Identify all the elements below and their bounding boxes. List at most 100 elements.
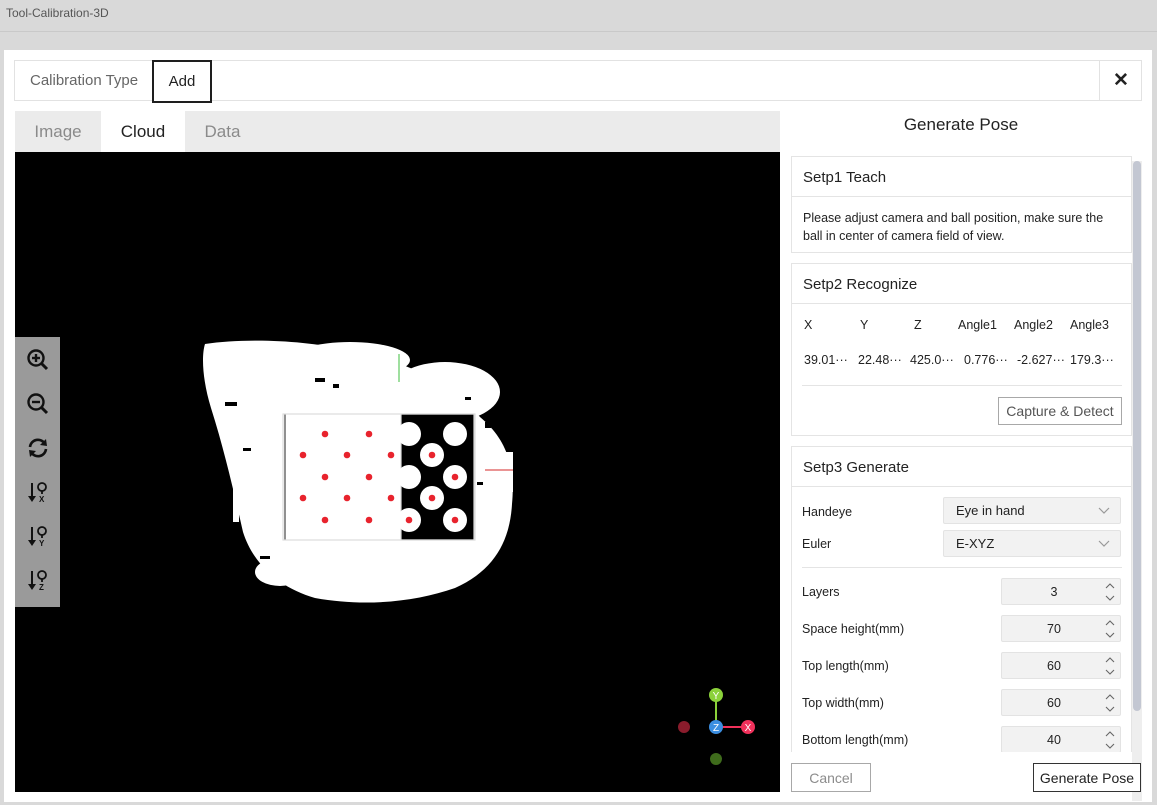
col-z: Z <box>914 318 922 332</box>
chevron-up-icon[interactable] <box>1104 654 1116 666</box>
step1-description: Please adjust camera and ball position, … <box>803 211 1104 243</box>
generate-pose-button[interactable]: Generate Pose <box>1033 763 1141 792</box>
axis-y-label: Y <box>713 691 720 702</box>
zoom-out-icon[interactable] <box>23 389 53 419</box>
chevron-down-icon[interactable] <box>1104 740 1116 752</box>
euler-select[interactable]: E-XYZ <box>943 530 1121 557</box>
chevron-down-icon[interactable] <box>1104 666 1116 678</box>
col-angle3: Angle3 <box>1070 318 1109 332</box>
detected-point <box>387 494 395 502</box>
chevron-up-icon[interactable] <box>1104 691 1116 703</box>
step1-card: Setp1 Teach Please adjust camera and bal… <box>791 156 1132 253</box>
step3-divider <box>802 567 1122 568</box>
detected-point <box>321 516 329 524</box>
top-width-value: 60 <box>1047 696 1061 710</box>
top-width-label: Top width(mm) <box>802 696 884 710</box>
close-icon[interactable]: ✕ <box>1099 60 1142 101</box>
view-z-icon[interactable]: Z <box>23 565 53 595</box>
layers-stepper[interactable]: 3 <box>1001 578 1121 605</box>
dialog-header: Calibration Type Add ✕ <box>14 60 1142 103</box>
chevron-up-icon[interactable] <box>1104 617 1116 629</box>
val-angle1: 0.776··· <box>964 353 1008 367</box>
point-cloud-viewer[interactable]: Y X Z X Y Z <box>15 152 780 792</box>
svg-text:Z: Z <box>39 583 44 592</box>
layers-value: 3 <box>1050 585 1058 599</box>
handeye-value: Eye in hand <box>956 503 1025 518</box>
val-angle2: -2.627··· <box>1017 353 1065 367</box>
handeye-label: Handeye <box>802 505 853 519</box>
val-z: 425.0··· <box>910 353 954 367</box>
title-divider <box>0 31 1157 32</box>
detected-point <box>451 473 459 481</box>
add-button[interactable]: Add <box>152 60 212 103</box>
chevron-down-icon <box>1098 537 1110 552</box>
space-height-value: 70 <box>1047 622 1061 636</box>
step1-title: Setp1 Teach <box>792 157 1131 197</box>
axis-z-label: Z <box>713 723 719 734</box>
scrollbar-thumb[interactable] <box>1133 161 1141 711</box>
handeye-select[interactable]: Eye in hand <box>943 497 1121 524</box>
axis-x-label: X <box>745 723 752 734</box>
top-length-value: 60 <box>1047 659 1061 673</box>
panel-scrollbar[interactable] <box>1132 161 1142 801</box>
step2-card: Setp2 Recognize X Y Z Angle1 Angle2 Angl… <box>791 263 1132 436</box>
rotate-reset-icon[interactable] <box>23 433 53 463</box>
detected-point <box>365 516 373 524</box>
detected-point <box>365 473 373 481</box>
layers-label: Layers <box>802 585 840 599</box>
detected-point <box>321 430 329 438</box>
val-x: 39.01··· <box>804 353 848 367</box>
top-length-stepper[interactable]: 60 <box>1001 652 1121 679</box>
cancel-button[interactable]: Cancel <box>791 763 871 792</box>
app-title: Tool-Calibration-3D <box>6 6 109 20</box>
detected-point <box>405 516 413 524</box>
val-y: 22.48··· <box>858 353 902 367</box>
calibration-type-label: Calibration Type <box>30 72 139 89</box>
col-angle2: Angle2 <box>1014 318 1053 332</box>
chevron-down-icon[interactable] <box>1104 703 1116 715</box>
detected-point <box>299 451 307 459</box>
generate-pose-panel: Generate Pose Setp1 Teach Please adjust … <box>780 111 1134 752</box>
step2-divider <box>802 385 1122 386</box>
detected-point <box>365 430 373 438</box>
calibration-dialog: Calibration Type Add ✕ Image Cloud Data <box>4 50 1152 802</box>
svg-text:Y: Y <box>39 539 45 548</box>
step3-card: Setp3 Generate Handeye Eye in hand Euler… <box>791 446 1132 752</box>
tab-cloud[interactable]: Cloud <box>101 111 185 152</box>
chevron-up-icon[interactable] <box>1104 580 1116 592</box>
space-height-stepper[interactable]: 70 <box>1001 615 1121 642</box>
detected-point <box>343 494 351 502</box>
zoom-in-icon[interactable] <box>23 345 53 375</box>
pose-header-row: X Y Z Angle1 Angle2 Angle3 <box>804 318 1124 334</box>
detected-point <box>321 473 329 481</box>
chevron-up-icon[interactable] <box>1104 728 1116 740</box>
detected-point <box>299 494 307 502</box>
tab-data[interactable]: Data <box>185 111 260 152</box>
val-angle3: 179.3··· <box>1070 353 1114 367</box>
bottom-length-value: 40 <box>1047 733 1061 747</box>
step2-title: Setp2 Recognize <box>792 264 1131 304</box>
view-x-icon[interactable]: X <box>23 477 53 507</box>
top-length-label: Top length(mm) <box>802 659 889 673</box>
col-y: Y <box>860 318 869 332</box>
viewer-toolbar: X Y Z <box>15 337 60 607</box>
chevron-down-icon[interactable] <box>1104 592 1116 604</box>
euler-label: Euler <box>802 537 832 551</box>
view-y-icon[interactable]: Y <box>23 521 53 551</box>
svg-text:X: X <box>39 495 45 504</box>
axis-gizmo: Y X Z <box>678 688 755 765</box>
detected-point <box>428 494 436 502</box>
col-angle1: Angle1 <box>958 318 997 332</box>
detected-point <box>451 516 459 524</box>
euler-value: E-XYZ <box>956 536 995 551</box>
tab-image[interactable]: Image <box>15 111 101 152</box>
top-width-stepper[interactable]: 60 <box>1001 689 1121 716</box>
bottom-length-stepper[interactable]: 40 <box>1001 726 1121 752</box>
chevron-down-icon <box>1098 504 1110 519</box>
panel-title: Generate Pose <box>903 115 1019 134</box>
detected-point <box>428 451 436 459</box>
chevron-down-icon[interactable] <box>1104 629 1116 641</box>
capture-detect-button[interactable]: Capture & Detect <box>998 397 1122 425</box>
detected-point <box>343 451 351 459</box>
space-height-label: Space height(mm) <box>802 622 905 636</box>
